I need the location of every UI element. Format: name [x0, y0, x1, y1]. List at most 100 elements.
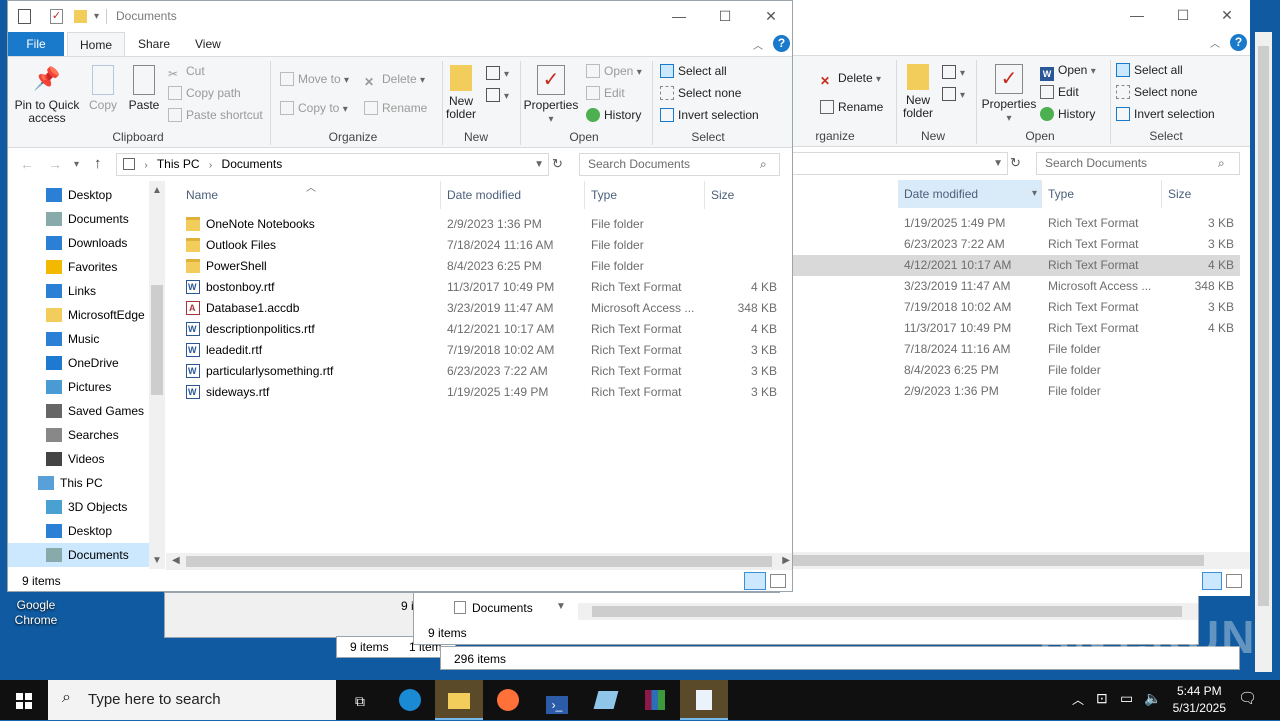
- move-to-button[interactable]: Move to ▾: [280, 69, 349, 89]
- taskbar-firefox[interactable]: [484, 680, 532, 720]
- back-file-row[interactable]: 2/9/2023 1:36 PM File folder: [780, 381, 1240, 402]
- back-new-folder-button[interactable]: New folder: [902, 64, 934, 120]
- col-name[interactable]: Name: [180, 181, 441, 209]
- minimize-button[interactable]: —: [656, 1, 702, 32]
- file-row[interactable]: descriptionpolitics.rtf 4/12/2021 10:17 A…: [166, 319, 792, 340]
- back-easy-access-button[interactable]: ▾: [942, 84, 965, 104]
- pin-to-quick-access-button[interactable]: 📌 Pin to Quick access: [12, 65, 82, 125]
- back-edit-button[interactable]: Edit: [1040, 82, 1079, 102]
- file-row[interactable]: bostonboy.rtf 11/3/2017 10:49 PM Rich Text…: [166, 277, 792, 298]
- edit-button[interactable]: Edit: [586, 83, 625, 103]
- nav-item-music[interactable]: Music: [8, 327, 156, 351]
- tiles-view-icon[interactable]: [1226, 574, 1242, 588]
- file-row[interactable]: PowerShell 8/4/2023 6:25 PM File folder: [166, 256, 792, 277]
- nav-item-downloads[interactable]: Downloads: [8, 231, 156, 255]
- breadcrumb-root[interactable]: This PC: [157, 157, 200, 171]
- back-minimize-button[interactable]: —: [1114, 0, 1160, 31]
- invert-selection-button[interactable]: Invert selection: [660, 105, 759, 125]
- taskbar-search-input[interactable]: Type here to search: [48, 680, 336, 720]
- desktop-icon-label[interactable]: Google Chrome: [8, 598, 64, 628]
- details-view-icon[interactable]: [1202, 572, 1222, 590]
- open-button[interactable]: Open ▾: [586, 61, 642, 81]
- back-close-button[interactable]: ✕: [1204, 0, 1250, 31]
- back-file-row[interactable]: 7/18/2024 11:16 AM File folder: [780, 339, 1240, 360]
- nav-vscroll[interactable]: ▲ ▼: [149, 181, 165, 569]
- back-delete-button[interactable]: ✕ Delete ▾: [820, 68, 881, 88]
- back-new-item-button[interactable]: ▾: [942, 62, 965, 82]
- volume-icon[interactable]: 🔈: [1144, 690, 1161, 707]
- back-col-size[interactable]: Size: [1162, 180, 1240, 208]
- lower-hscroll[interactable]: [165, 597, 395, 614]
- new-item-button[interactable]: ▾: [486, 63, 509, 83]
- taskbar-powershell[interactable]: ›_: [533, 680, 581, 720]
- recent-locations-icon[interactable]: ▾: [74, 159, 79, 170]
- back-file-row[interactable]: 7/19/2018 10:02 AM Rich Text Format 3 KB: [780, 297, 1240, 318]
- chevron-up-icon[interactable]: ︿: [1072, 691, 1084, 708]
- refresh-icon[interactable]: ↻: [552, 156, 563, 172]
- back-invert-selection-button[interactable]: Invert selection: [1116, 104, 1215, 124]
- properties-button[interactable]: ✓ Properties ▾: [522, 65, 580, 126]
- nav-item-documents-2[interactable]: Documents: [8, 543, 156, 567]
- col-size[interactable]: Size: [705, 181, 783, 209]
- taskbar-app[interactable]: [582, 680, 630, 720]
- up-arrow-icon[interactable]: ↑: [94, 155, 102, 172]
- back-maximize-button[interactable]: ☐: [1160, 0, 1206, 31]
- nav-item-searches[interactable]: Searches: [8, 423, 156, 447]
- forward-arrow-icon[interactable]: →: [48, 156, 62, 172]
- paste-button[interactable]: Paste: [124, 65, 164, 112]
- select-all-button[interactable]: Select all: [660, 61, 727, 81]
- nav-item-documents[interactable]: Documents: [8, 207, 156, 231]
- chevron-up-icon[interactable]: ︿: [1210, 35, 1220, 50]
- col-type[interactable]: Type: [585, 181, 705, 209]
- help-icon[interactable]: ?: [773, 35, 790, 52]
- nav-item-favorites[interactable]: Favorites: [8, 255, 156, 279]
- task-view-button[interactable]: ⧉: [336, 680, 384, 720]
- tiles-view-icon[interactable]: [770, 574, 786, 588]
- back-history-button[interactable]: History: [1040, 104, 1095, 124]
- nav-item-links[interactable]: Links: [8, 279, 156, 303]
- close-button[interactable]: ✕: [748, 1, 792, 32]
- tab-view[interactable]: View: [183, 32, 233, 56]
- chevron-down-icon[interactable]: ▼: [556, 601, 566, 612]
- nav-item-this-pc[interactable]: This PC: [8, 471, 156, 495]
- taskbar-winrar[interactable]: [631, 680, 679, 720]
- back-file-row[interactable]: 1/19/2025 1:49 PM Rich Text Format 3 KB: [780, 213, 1240, 234]
- file-list-hscroll[interactable]: ◀ ▶: [166, 553, 792, 570]
- help-icon[interactable]: ?: [1230, 34, 1247, 51]
- ethernet-icon[interactable]: ▭: [1120, 690, 1133, 707]
- taskbar-edge[interactable]: [386, 680, 434, 720]
- nav-item-desktop-2[interactable]: Desktop: [8, 519, 156, 543]
- back-col-type[interactable]: Type: [1042, 180, 1162, 208]
- back-col-date[interactable]: Date modified ▾: [898, 180, 1042, 208]
- tab-home[interactable]: Home: [67, 32, 126, 56]
- network-icon[interactable]: ⊡: [1096, 690, 1108, 707]
- new-folder-button[interactable]: New folder: [444, 65, 478, 121]
- search-input[interactable]: Search Documents: [579, 153, 780, 176]
- nav-item-pictures[interactable]: Pictures: [8, 375, 156, 399]
- delete-button[interactable]: ✕ Delete ▾: [364, 69, 425, 89]
- back-hscroll[interactable]: [780, 552, 1250, 569]
- back-address-bar[interactable]: ▼: [780, 152, 1008, 175]
- back-file-row[interactable]: 8/4/2023 6:25 PM File folder: [780, 360, 1240, 381]
- back-rename-button[interactable]: Rename: [820, 97, 883, 117]
- paste-shortcut-button[interactable]: Paste shortcut: [168, 105, 263, 125]
- folder-quick-icon[interactable]: [74, 10, 87, 23]
- maximize-button[interactable]: ☐: [702, 1, 748, 32]
- nav-item-onedrive[interactable]: OneDrive: [8, 351, 156, 375]
- back-arrow-icon[interactable]: ←: [20, 156, 34, 172]
- nav-item-videos[interactable]: Videos: [8, 447, 156, 471]
- start-button[interactable]: [0, 680, 48, 720]
- back-file-row[interactable]: 3/23/2019 11:47 AM Microsoft Access ... 34…: [780, 276, 1240, 297]
- back-vscroll[interactable]: [1255, 32, 1272, 672]
- col-date[interactable]: Date modified: [441, 181, 585, 209]
- easy-access-button[interactable]: ▾: [486, 85, 509, 105]
- copy-path-button[interactable]: Copy path: [168, 83, 241, 103]
- copy-to-button[interactable]: Copy to ▾: [280, 98, 348, 118]
- address-bar[interactable]: › This PC › Documents ▼: [116, 153, 549, 176]
- nav-item-saved-games[interactable]: Saved Games: [8, 399, 156, 423]
- cut-button[interactable]: ✂ Cut: [168, 61, 205, 81]
- nav-item-microsoftedge[interactable]: MicrosoftEdge: [8, 303, 156, 327]
- chevron-up-icon[interactable]: ︿: [753, 37, 763, 52]
- tab-share[interactable]: Share: [126, 32, 182, 56]
- file-row[interactable]: Database1.accdb 3/23/2019 11:47 AM Microso…: [166, 298, 792, 319]
